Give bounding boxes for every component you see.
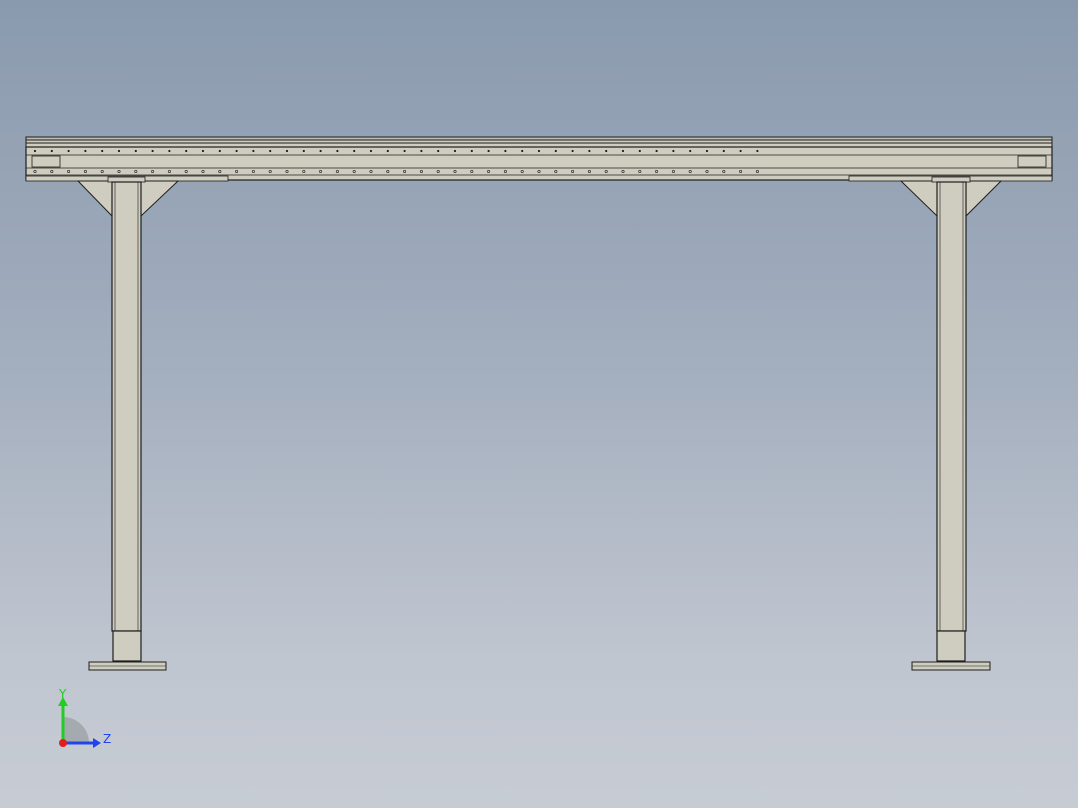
bolt-hole-top xyxy=(571,149,574,153)
right-support-leg xyxy=(899,176,1003,671)
right-brace-inner xyxy=(965,180,1003,218)
bolt-hole-top xyxy=(235,149,238,153)
right-brace-outer xyxy=(899,180,938,218)
bolt-hole-top xyxy=(655,149,658,153)
bolt-hole-top xyxy=(437,149,440,153)
bolt-hole-top xyxy=(168,149,171,153)
bolt-hole-top xyxy=(621,149,625,153)
triad-z-label: Z xyxy=(103,732,112,746)
bolt-hole-top xyxy=(151,149,154,153)
bolt-hole-top xyxy=(67,149,70,153)
right-end-cap xyxy=(1017,155,1047,168)
triad-z-arrow-icon xyxy=(93,738,101,748)
bolt-hole-top xyxy=(453,149,457,153)
bolt-hole-top xyxy=(134,149,137,153)
bolt-hole-top xyxy=(319,149,322,153)
triad-y-label: Y xyxy=(59,687,67,701)
graphics-viewport[interactable]: Y Z xyxy=(0,0,1078,808)
bolt-hole-top xyxy=(252,149,255,153)
bolt-hole-top xyxy=(101,149,104,153)
bolt-hole-top xyxy=(504,149,507,153)
bolt-hole-top xyxy=(302,149,305,153)
bolt-hole-top xyxy=(605,149,608,153)
left-support-leg xyxy=(76,176,180,671)
bolt-hole-top xyxy=(369,149,373,153)
bolt-hole-top xyxy=(386,149,389,153)
bolt-hole-top xyxy=(672,149,675,153)
bolt-hole-top xyxy=(50,149,53,153)
left-brace-inner xyxy=(140,180,180,218)
left-brace-outer xyxy=(76,180,113,218)
bolt-hole-top xyxy=(689,149,692,153)
bolt-hole-top xyxy=(117,149,121,153)
bolt-hole-top xyxy=(336,149,339,153)
top-rail-strip-3 xyxy=(25,142,1053,148)
right-leg-post xyxy=(936,181,967,632)
bolt-hole-top xyxy=(638,149,641,153)
triad-x-axis-icon xyxy=(59,739,67,747)
right-leg-cap xyxy=(931,176,971,183)
bolt-hole-top xyxy=(33,149,37,153)
bolt-hole-top xyxy=(185,149,188,153)
bolt-hole-top xyxy=(201,149,205,153)
left-leg-foot-block xyxy=(112,630,142,662)
bolt-hole-top xyxy=(588,149,591,153)
bolt-hole-top xyxy=(420,149,423,153)
bolt-hole-top xyxy=(218,149,221,153)
conveyor-model[interactable] xyxy=(0,0,1078,808)
bolt-hole-top xyxy=(521,149,524,153)
bolt-hole-top xyxy=(537,149,541,153)
bolt-hole-top xyxy=(84,149,87,153)
bolt-hole-top xyxy=(739,149,742,153)
left-end-cap xyxy=(31,155,61,168)
left-leg-post xyxy=(111,181,142,632)
right-leg-foot-block xyxy=(936,630,966,662)
bolt-hole-top xyxy=(403,149,406,153)
bolt-hole-top xyxy=(756,149,759,153)
bolt-hole-top xyxy=(285,149,289,153)
bolt-hole-top xyxy=(722,149,725,153)
bolt-hole-top xyxy=(487,149,490,153)
bolt-hole-top xyxy=(470,149,473,153)
left-leg-cap xyxy=(107,176,146,183)
bolt-hole-top xyxy=(269,149,272,153)
bolt-hole-top xyxy=(705,149,709,153)
triad-arc-icon xyxy=(63,717,89,743)
bolt-hole-top xyxy=(554,149,557,153)
orientation-triad[interactable]: Y Z xyxy=(48,684,118,756)
bolt-hole-top xyxy=(353,149,356,153)
